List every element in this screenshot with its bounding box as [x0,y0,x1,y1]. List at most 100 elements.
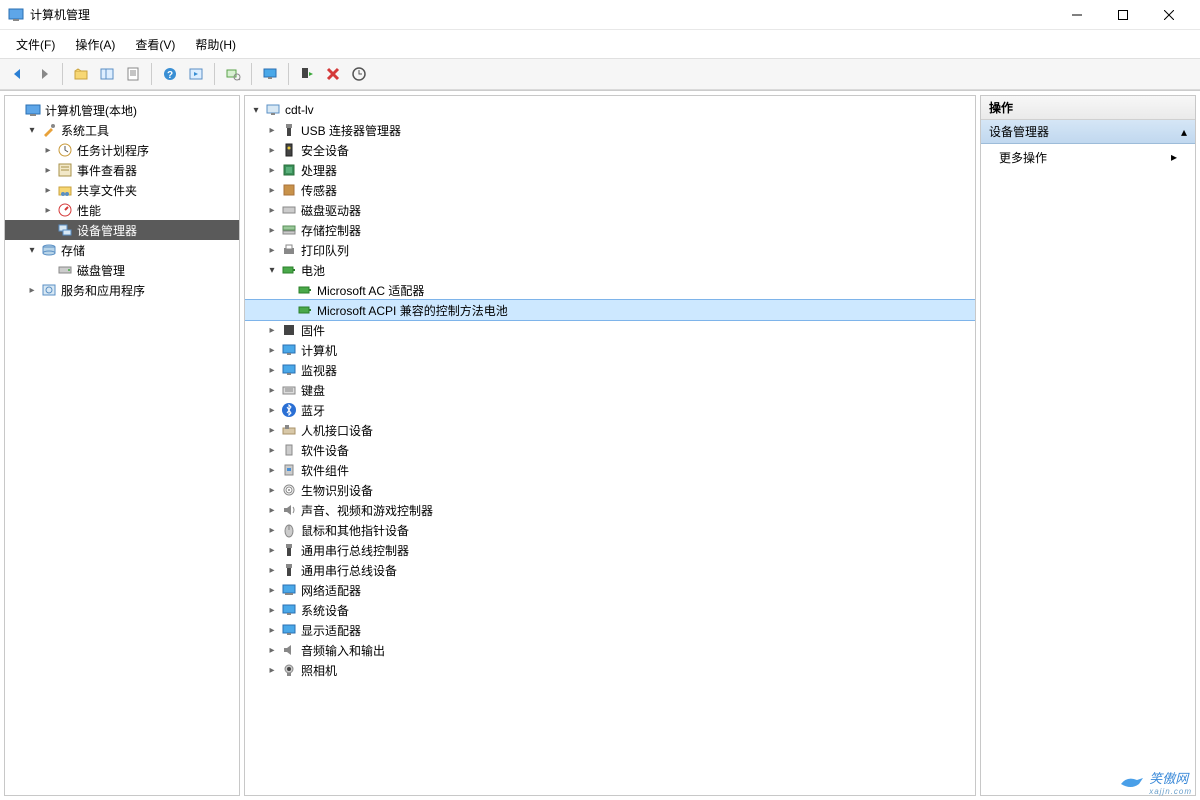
device-hid[interactable]: ▸人机接口设备 [245,420,975,440]
chevron-down-icon[interactable]: ▾ [25,123,39,137]
actions-section-device-manager[interactable]: 设备管理器 ▴ [981,120,1195,144]
up-folder-icon[interactable] [69,62,93,86]
device-system-devices[interactable]: ▸系统设备 [245,600,975,620]
actions-more[interactable]: 更多操作 ▸ [981,144,1195,170]
chevron-right-icon[interactable]: ▸ [265,403,279,417]
chevron-right-icon[interactable]: ▸ [265,643,279,657]
tree-system-tools[interactable]: ▾ 系统工具 [5,120,239,140]
tree-storage[interactable]: ▾ 存储 [5,240,239,260]
action-list-icon[interactable] [184,62,208,86]
uninstall-device-icon[interactable] [321,62,345,86]
menu-view[interactable]: 查看(V) [125,32,185,57]
collapse-icon[interactable]: ▴ [1181,125,1187,139]
chevron-right-icon[interactable]: ▸ [265,183,279,197]
maximize-button[interactable] [1100,0,1146,30]
device-computer[interactable]: ▸计算机 [245,340,975,360]
show-hide-console-icon[interactable] [95,62,119,86]
update-driver-icon[interactable] [347,62,371,86]
chevron-right-icon[interactable]: ▸ [265,163,279,177]
device-battery[interactable]: ▾电池 [245,260,975,280]
device-mouse[interactable]: ▸鼠标和其他指针设备 [245,520,975,540]
device-display-adapters[interactable]: ▸显示适配器 [245,620,975,640]
chevron-right-icon[interactable]: ▸ [41,203,55,217]
device-usb-connector[interactable]: ▸USB 连接器管理器 [245,120,975,140]
chevron-down-icon[interactable]: ▾ [249,103,263,117]
device-battery-acpi[interactable]: Microsoft ACPI 兼容的控制方法电池 [245,300,975,320]
chevron-right-icon[interactable]: ▸ [265,663,279,677]
tree-root-computer-management[interactable]: 计算机管理(本地) [5,100,239,120]
titlebar: 计算机管理 [0,0,1200,30]
chevron-right-icon[interactable]: ▸ [265,523,279,537]
device-usb-devices[interactable]: ▸通用串行总线设备 [245,560,975,580]
monitor-icon[interactable] [258,62,282,86]
chevron-right-icon[interactable]: ▸ [265,323,279,337]
tree-shared-folders[interactable]: ▸ 共享文件夹 [5,180,239,200]
device-security[interactable]: ▸安全设备 [245,140,975,160]
device-storage-controllers[interactable]: ▸存储控制器 [245,220,975,240]
chevron-right-icon[interactable]: ▸ [265,143,279,157]
tree-performance[interactable]: ▸ 性能 [5,200,239,220]
watermark-sub: xajjn.com [1149,787,1192,796]
tree-device-manager[interactable]: 设备管理器 [5,220,239,240]
chevron-right-icon[interactable]: ▸ [265,463,279,477]
scan-hardware-icon[interactable] [221,62,245,86]
mouse-icon [281,522,297,538]
chevron-right-icon[interactable]: ▸ [265,383,279,397]
device-disk-drives[interactable]: ▸磁盘驱动器 [245,200,975,220]
chevron-right-icon[interactable]: ▸ [265,483,279,497]
close-button[interactable] [1146,0,1192,30]
chevron-right-icon[interactable]: ▸ [265,583,279,597]
device-processor[interactable]: ▸处理器 [245,160,975,180]
chevron-right-icon[interactable]: ▸ [265,443,279,457]
chevron-right-icon[interactable]: ▸ [25,283,39,297]
device-monitors[interactable]: ▸监视器 [245,360,975,380]
chevron-right-icon[interactable]: ▸ [265,243,279,257]
chevron-right-icon[interactable]: ▸ [265,563,279,577]
tree-services-applications[interactable]: ▸ 服务和应用程序 [5,280,239,300]
device-firmware[interactable]: ▸固件 [245,320,975,340]
chevron-right-icon[interactable]: ▸ [265,363,279,377]
chevron-right-icon[interactable]: ▸ [265,423,279,437]
device-cameras[interactable]: ▸照相机 [245,660,975,680]
device-software-devices[interactable]: ▸软件设备 [245,440,975,460]
chevron-right-icon[interactable]: ▸ [265,223,279,237]
forward-button[interactable] [32,62,56,86]
tree-event-viewer[interactable]: ▸ 事件查看器 [5,160,239,180]
back-button[interactable] [6,62,30,86]
chevron-right-icon[interactable]: ▸ [41,183,55,197]
chevron-right-icon[interactable]: ▸ [265,603,279,617]
chevron-right-icon[interactable]: ▸ [265,123,279,137]
device-bluetooth[interactable]: ▸蓝牙 [245,400,975,420]
chevron-right-icon[interactable]: ▸ [265,503,279,517]
enable-device-icon[interactable] [295,62,319,86]
menu-help[interactable]: 帮助(H) [185,32,246,57]
device-sensor[interactable]: ▸传感器 [245,180,975,200]
chevron-down-icon[interactable]: ▾ [25,243,39,257]
chevron-right-icon[interactable]: ▸ [265,623,279,637]
chevron-right-icon[interactable]: ▸ [41,163,55,177]
device-usb-controllers[interactable]: ▸通用串行总线控制器 [245,540,975,560]
chevron-right-icon[interactable]: ▸ [41,143,55,157]
tree-task-scheduler[interactable]: ▸ 任务计划程序 [5,140,239,160]
device-print-queues[interactable]: ▸打印队列 [245,240,975,260]
device-software-components[interactable]: ▸软件组件 [245,460,975,480]
device-battery-ac-adapter[interactable]: Microsoft AC 适配器 [245,280,975,300]
device-biometric[interactable]: ▸生物识别设备 [245,480,975,500]
menu-file[interactable]: 文件(F) [6,32,65,57]
properties-icon[interactable] [121,62,145,86]
camera-icon [281,662,297,678]
chevron-down-icon[interactable]: ▾ [265,263,279,277]
tree-disk-management[interactable]: 磁盘管理 [5,260,239,280]
device-keyboards[interactable]: ▸键盘 [245,380,975,400]
device-root[interactable]: ▾ cdt-lv [245,100,975,120]
device-sound[interactable]: ▸声音、视频和游戏控制器 [245,500,975,520]
chevron-right-icon[interactable]: ▸ [265,203,279,217]
expander-icon[interactable] [9,103,23,117]
menu-action[interactable]: 操作(A) [65,32,125,57]
device-audio-io[interactable]: ▸音频输入和输出 [245,640,975,660]
help-icon[interactable]: ? [158,62,182,86]
chevron-right-icon[interactable]: ▸ [265,543,279,557]
device-network-adapters[interactable]: ▸网络适配器 [245,580,975,600]
minimize-button[interactable] [1054,0,1100,30]
chevron-right-icon[interactable]: ▸ [265,343,279,357]
